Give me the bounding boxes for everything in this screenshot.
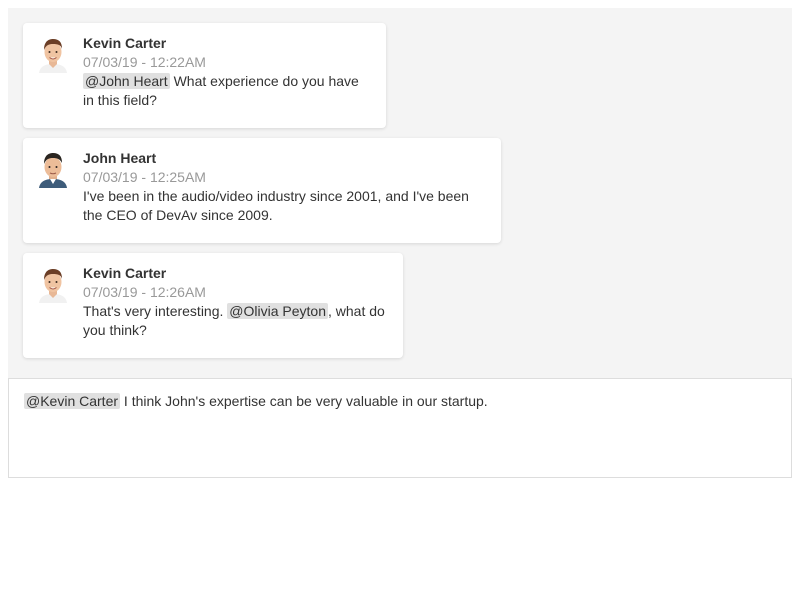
message-timestamp: 07/03/19 - 12:25AM [83,169,206,185]
john-heart-avatar [39,153,67,188]
message-timestamp: 07/03/19 - 12:26AM [83,284,206,300]
message-timestamp: 07/03/19 - 12:22AM [83,54,206,70]
message-author: Kevin Carter [83,265,167,281]
composer-text: I think John's expertise can be very val… [120,393,488,409]
kevin-carter-avatar [39,269,67,303]
kevin-carter-avatar [39,39,67,73]
mention-tag[interactable]: @John Heart [83,73,170,89]
mention-tag[interactable]: @Olivia Peyton [227,303,328,319]
message-card: John Heart 07/03/19 - 12:25AM I've been … [23,138,501,243]
message-body: I've been in the audio/video industry si… [83,188,469,223]
message-author: Kevin Carter [83,35,167,51]
mention-tag[interactable]: @Kevin Carter [24,393,121,409]
message-text: That's very interesting. [83,303,228,319]
message-card: Kevin Carter 07/03/19 - 12:22AM @John He… [23,23,386,128]
message-body: @John Heart What experience do you have … [83,72,370,110]
message-composer[interactable]: @Kevin Carter I think John's expertise c… [8,378,792,478]
message-body: That's very interesting. @Olivia Peyton,… [83,302,387,340]
message-card: Kevin Carter 07/03/19 - 12:26AM That's v… [23,253,403,358]
message-author: John Heart [83,150,157,166]
message-list[interactable]: Kevin Carter 07/03/19 - 12:22AM @John He… [8,8,792,378]
